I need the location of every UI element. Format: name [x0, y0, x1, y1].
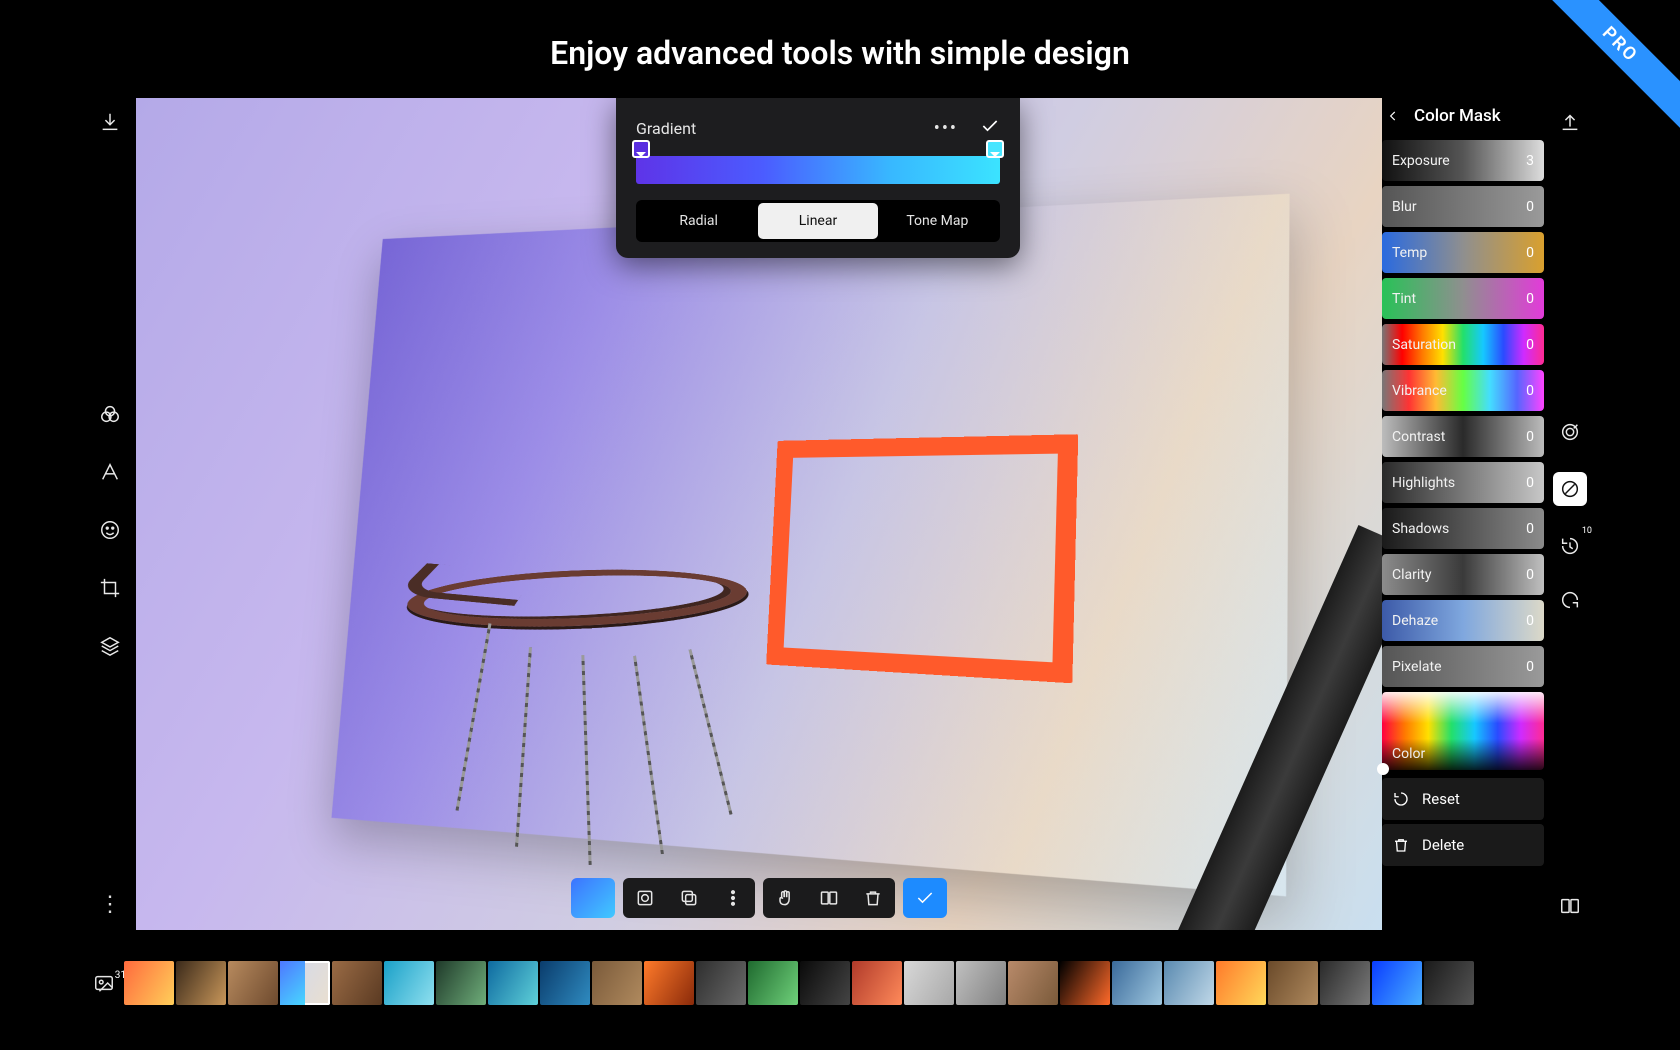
- thumbnail[interactable]: [1008, 961, 1058, 1005]
- thumbnail[interactable]: [1268, 961, 1318, 1005]
- thumbnail[interactable]: [384, 961, 434, 1005]
- canvas-art-square: [767, 435, 1079, 684]
- thumbnail-strip[interactable]: [124, 961, 1596, 1005]
- gradient-panel: Gradient ••• Radial Linear Tone Map: [616, 98, 1020, 258]
- thumbnail[interactable]: [540, 961, 590, 1005]
- export-button[interactable]: [1556, 108, 1584, 136]
- aspect-toggle-button[interactable]: [1556, 892, 1584, 920]
- thumbnail[interactable]: [228, 961, 278, 1005]
- image-canvas[interactable]: Gradient ••• Radial Linear Tone Map: [136, 98, 1382, 930]
- gradient-bar[interactable]: [636, 156, 1000, 184]
- color-picker-label: Color: [1392, 746, 1425, 762]
- left-tool-strip: [84, 98, 136, 930]
- thumbnail[interactable]: [1372, 961, 1422, 1005]
- adjust-tint[interactable]: Tint0: [1382, 278, 1544, 319]
- compare-button[interactable]: [807, 878, 851, 918]
- thumbnail[interactable]: [436, 961, 486, 1005]
- color-picker-cursor[interactable]: [1377, 763, 1389, 775]
- right-tools-group: [1553, 418, 1587, 614]
- adjust-saturation[interactable]: Saturation0: [1382, 324, 1544, 365]
- thumbnail[interactable]: [800, 961, 850, 1005]
- gradient-more-button[interactable]: •••: [934, 118, 958, 139]
- delete-button[interactable]: [851, 878, 895, 918]
- adjustments-header: Color Mask: [1382, 98, 1544, 140]
- thumbnail[interactable]: [852, 961, 902, 1005]
- adjust-clarity[interactable]: Clarity0: [1382, 554, 1544, 595]
- thumbnail[interactable]: [1060, 961, 1110, 1005]
- right-tool-strip: [1544, 98, 1596, 930]
- thumbnail[interactable]: [1424, 961, 1474, 1005]
- canvas-bottom-toolbar: [571, 878, 947, 918]
- thumbnail[interactable]: [644, 961, 694, 1005]
- thumbnail[interactable]: [124, 961, 174, 1005]
- editor: ⋮ Gradient •••: [84, 98, 1596, 930]
- target-tool-icon[interactable]: [1556, 418, 1584, 446]
- adjust-temp[interactable]: Temp0: [1382, 232, 1544, 273]
- adjust-tool-icon[interactable]: [96, 400, 124, 428]
- thumbnail[interactable]: [488, 961, 538, 1005]
- gallery-button[interactable]: 31: [84, 972, 124, 994]
- adjustments-title: Color Mask: [1414, 106, 1501, 126]
- history-button[interactable]: [1556, 532, 1584, 560]
- thumbnail[interactable]: [956, 961, 1006, 1005]
- left-tools-group: [96, 400, 124, 660]
- reset-button[interactable]: Reset: [1382, 778, 1544, 820]
- mask-mode-group: [623, 878, 755, 918]
- thumbnail[interactable]: [1216, 961, 1266, 1005]
- mask-tool-active-icon[interactable]: [1553, 472, 1587, 506]
- thumbnail[interactable]: [748, 961, 798, 1005]
- thumbnail[interactable]: [1112, 961, 1162, 1005]
- thumbnail[interactable]: [176, 961, 226, 1005]
- mask-shape-button[interactable]: [623, 878, 667, 918]
- adjust-contrast[interactable]: Contrast0: [1382, 416, 1544, 457]
- thumbnail[interactable]: [332, 961, 382, 1005]
- hand-tool-button[interactable]: [763, 878, 807, 918]
- thumbnail[interactable]: [696, 961, 746, 1005]
- thumbnail-selected[interactable]: [280, 961, 330, 1005]
- filmstrip: 31: [84, 956, 1596, 1010]
- thumbnail[interactable]: [1320, 961, 1370, 1005]
- confirm-button[interactable]: [903, 878, 947, 918]
- adjust-exposure[interactable]: Exposure3: [1382, 140, 1544, 181]
- gradient-tab-radial[interactable]: Radial: [639, 203, 758, 239]
- face-tool-icon[interactable]: [96, 516, 124, 544]
- gradient-type-tabs: Radial Linear Tone Map: [636, 200, 1000, 242]
- adjustments-panel: Color Mask Exposure3 Blur0 Temp0 Tint0 S…: [1382, 98, 1544, 866]
- marketing-headline: Enjoy advanced tools with simple design: [0, 34, 1680, 72]
- thumbnail[interactable]: [904, 961, 954, 1005]
- thumbnail[interactable]: [592, 961, 642, 1005]
- adjust-highlights[interactable]: Highlights0: [1382, 462, 1544, 503]
- editor-more-menu[interactable]: ⋮: [98, 892, 122, 916]
- undo-button[interactable]: [1556, 586, 1584, 614]
- adjustment-actions: Reset Delete: [1382, 778, 1544, 866]
- adjust-dehaze[interactable]: Dehaze0: [1382, 600, 1544, 641]
- mask-duplicate-button[interactable]: [667, 878, 711, 918]
- adjustment-list: Exposure3 Blur0 Temp0 Tint0 Saturation0 …: [1382, 140, 1544, 770]
- delete-mask-button[interactable]: Delete: [1382, 824, 1544, 866]
- adjust-pixelate[interactable]: Pixelate0: [1382, 646, 1544, 687]
- gradient-tab-tonemap[interactable]: Tone Map: [878, 203, 997, 239]
- gradient-preview-swatch[interactable]: [571, 878, 615, 918]
- adjust-vibrance[interactable]: Vibrance0: [1382, 370, 1544, 411]
- gradient-panel-title: Gradient: [636, 119, 696, 138]
- gradient-stop-left[interactable]: [632, 140, 650, 158]
- thumbnail[interactable]: [1164, 961, 1214, 1005]
- canvas-action-group: [763, 878, 895, 918]
- layers-tool-icon[interactable]: [96, 632, 124, 660]
- gradient-stop-right[interactable]: [986, 140, 1004, 158]
- canvas-art-backboard: [331, 194, 1289, 897]
- crop-tool-icon[interactable]: [96, 574, 124, 602]
- gradient-panel-header: Gradient •••: [636, 116, 1000, 140]
- gradient-apply-button[interactable]: [980, 116, 1000, 140]
- adjust-shadows[interactable]: Shadows0: [1382, 508, 1544, 549]
- text-tool-icon[interactable]: [96, 458, 124, 486]
- adjust-blur[interactable]: Blur0: [1382, 186, 1544, 227]
- color-picker[interactable]: Color: [1382, 692, 1544, 770]
- gradient-tab-linear[interactable]: Linear: [758, 203, 877, 239]
- import-button[interactable]: [96, 108, 124, 136]
- back-button[interactable]: [1384, 107, 1402, 125]
- mask-more-button[interactable]: [711, 878, 755, 918]
